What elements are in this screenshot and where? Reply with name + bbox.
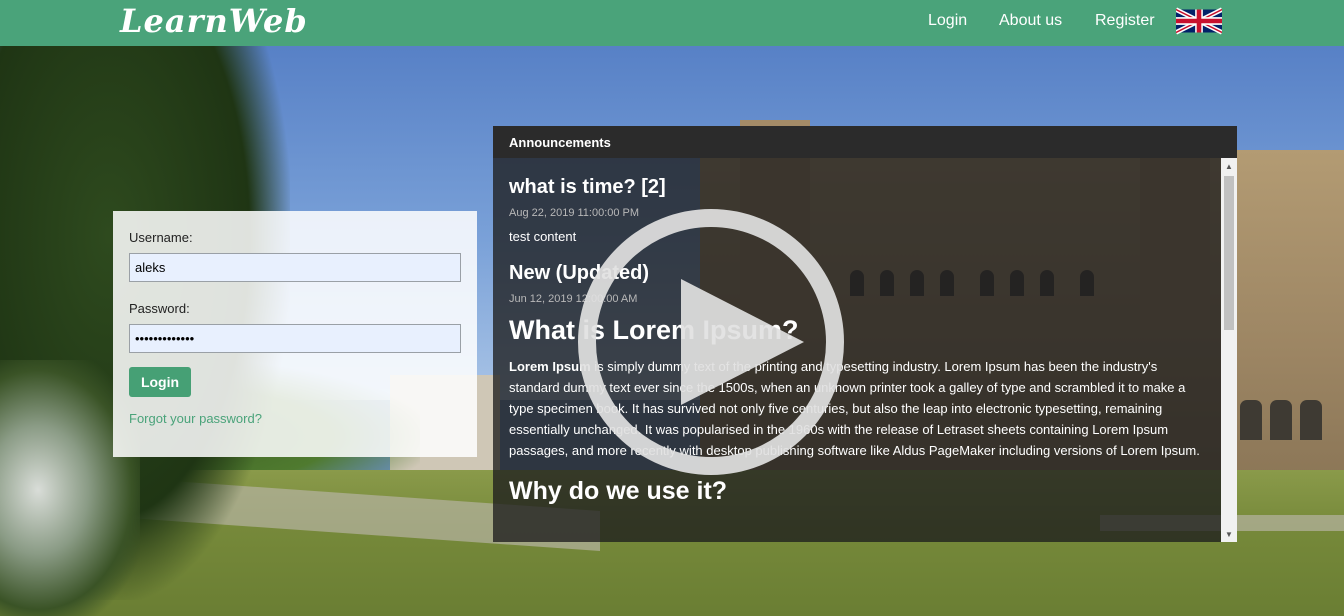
scroll-up-icon[interactable]: ▲	[1221, 160, 1237, 174]
logo[interactable]: LearnWeb	[120, 2, 308, 40]
nav-register[interactable]: Register	[1095, 12, 1155, 30]
forgot-password-link[interactable]: Forgot your password?	[129, 411, 461, 426]
announcements-scrollbar[interactable]: ▲ ▼	[1221, 158, 1237, 542]
announcement-heading-why: Why do we use it?	[509, 477, 728, 505]
announcements-heading: Announcements	[493, 126, 1237, 158]
uk-flag-icon[interactable]	[1176, 6, 1222, 36]
scroll-thumb[interactable]	[1224, 176, 1234, 330]
nav-about-us[interactable]: About us	[999, 12, 1062, 30]
password-label: Password:	[129, 301, 190, 316]
announcement-title: what is time? [2]	[509, 176, 666, 198]
login-panel: Username: Password: Login Forgot your pa…	[113, 211, 477, 457]
play-icon[interactable]	[576, 207, 846, 477]
password-input[interactable]	[129, 324, 461, 353]
login-button[interactable]: Login	[129, 367, 191, 397]
username-input[interactable]	[129, 253, 461, 282]
scroll-down-icon[interactable]: ▼	[1221, 528, 1237, 542]
nav-login[interactable]: Login	[928, 12, 967, 30]
username-label: Username:	[129, 230, 193, 245]
top-navbar: LearnWeb Login About us Register	[0, 0, 1344, 46]
